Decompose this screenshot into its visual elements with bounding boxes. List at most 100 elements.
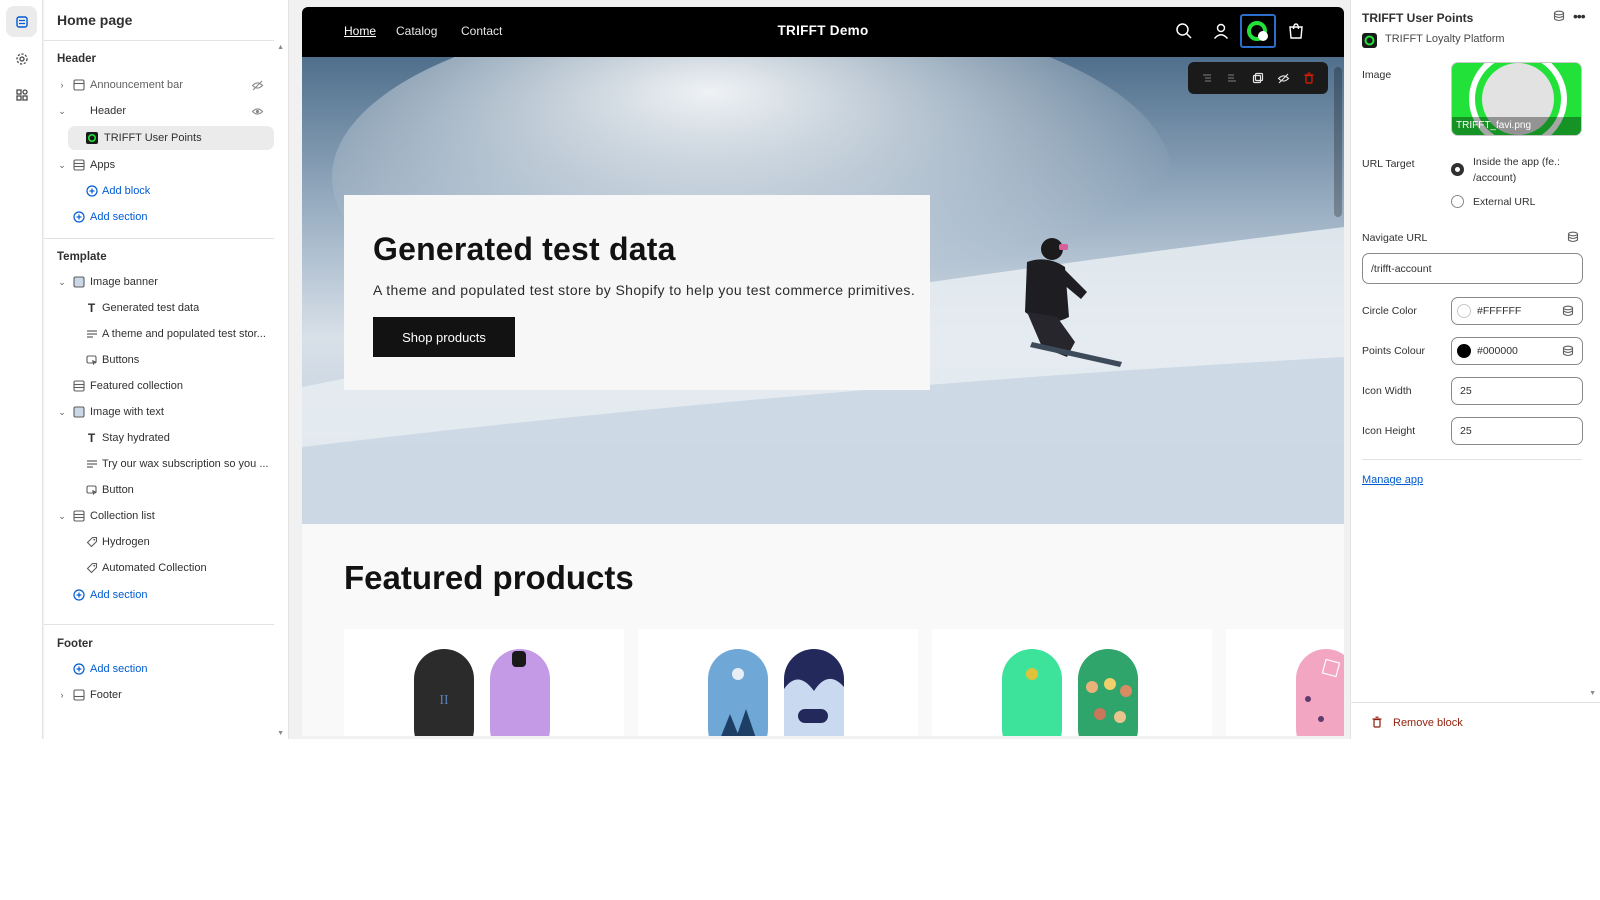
- navigate-url-input[interactable]: /trifft-account: [1362, 253, 1583, 284]
- snowboard-image: II: [414, 649, 550, 736]
- tree-item-footer[interactable]: › Footer: [44, 683, 274, 707]
- image-label: Image: [1362, 69, 1392, 81]
- text-lines-icon: [85, 458, 98, 471]
- sections-panel: Home page ▲ Header › Announcement bar ⌄ …: [44, 0, 289, 739]
- tree-item-collection[interactable]: Hydrogen: [44, 530, 274, 554]
- add-section-button[interactable]: Add section: [44, 583, 274, 607]
- preview-scrollbar[interactable]: [1334, 67, 1342, 217]
- points-colour-label: Points Colour: [1362, 345, 1426, 357]
- move-down-icon[interactable]: [1223, 69, 1241, 87]
- snowboard-image: [1002, 649, 1138, 736]
- scroll-up-arrow[interactable]: ▲: [277, 44, 284, 51]
- section-group-footer: Footer: [57, 638, 93, 650]
- url-target-label: URL Target: [1362, 158, 1415, 170]
- delete-trash-icon[interactable]: [1300, 69, 1318, 87]
- scroll-down-arrow[interactable]: ▼: [277, 730, 284, 737]
- color-swatch[interactable]: [1457, 344, 1471, 358]
- sections-icon[interactable]: [6, 6, 37, 37]
- tree-item-image-with-text[interactable]: ⌄ Image with text: [44, 400, 274, 424]
- tag-icon: [85, 536, 98, 549]
- apps-icon[interactable]: [6, 79, 37, 110]
- tree-item-trifft-user-points[interactable]: TRIFFT User Points: [68, 126, 274, 150]
- shop-products-button[interactable]: Shop products: [373, 317, 515, 357]
- button-cursor-icon: [85, 354, 98, 367]
- svg-text:II: II: [439, 693, 449, 708]
- add-section-button[interactable]: Add section: [44, 205, 274, 229]
- app-name: TRIFFT Loyalty Platform: [1385, 33, 1505, 45]
- chevron-right-icon[interactable]: ›: [57, 690, 67, 700]
- block-toolbar: [1188, 62, 1328, 94]
- search-icon[interactable]: [1174, 21, 1194, 41]
- settings-gear-icon[interactable]: [6, 43, 37, 74]
- hero-heading: Generated test data: [373, 231, 676, 267]
- divider: [44, 238, 274, 239]
- icon-height-input[interactable]: 25: [1451, 417, 1583, 445]
- points-colour-picker[interactable]: #000000: [1451, 337, 1583, 365]
- trifft-app-icon: [85, 132, 98, 145]
- trifft-app-icon: [1362, 33, 1377, 51]
- theme-editor: Home page ▲ Header › Announcement bar ⌄ …: [0, 0, 1600, 739]
- color-swatch[interactable]: [1457, 304, 1471, 318]
- snowboard-image: [1296, 649, 1344, 736]
- duplicate-icon[interactable]: [1249, 69, 1267, 87]
- eye-hidden-icon[interactable]: [250, 78, 264, 92]
- dynamic-source-icon[interactable]: [1562, 345, 1574, 360]
- divider: [44, 40, 274, 41]
- chevron-down-icon[interactable]: ⌄: [57, 160, 67, 170]
- add-block-button[interactable]: Add block: [44, 179, 274, 203]
- product-card[interactable]: [932, 629, 1212, 736]
- product-card[interactable]: II: [344, 629, 624, 736]
- product-card[interactable]: [1226, 629, 1344, 736]
- tree-item-heading[interactable]: T Generated test data: [44, 296, 274, 320]
- move-up-icon[interactable]: [1198, 69, 1216, 87]
- manage-app-link[interactable]: Manage app: [1362, 474, 1423, 486]
- block-settings-panel: TRIFFT User Points ••• TRIFFT Loyalty Pl…: [1350, 0, 1600, 739]
- radio-external-url[interactable]: [1451, 195, 1464, 208]
- chevron-down-icon[interactable]: ⌄: [57, 511, 67, 521]
- icon-rail: [0, 0, 43, 739]
- page-title: Home page: [57, 12, 133, 28]
- chevron-right-icon[interactable]: ›: [57, 80, 67, 90]
- radio-inside-app[interactable]: [1451, 163, 1464, 176]
- trifft-points-icon[interactable]: [1240, 14, 1276, 48]
- product-card[interactable]: [638, 629, 918, 736]
- tree-item-text[interactable]: A theme and populated test stor...: [44, 322, 274, 346]
- divider: [44, 624, 274, 625]
- icon-width-input[interactable]: 25: [1451, 377, 1583, 405]
- tree-item-buttons[interactable]: Buttons: [44, 348, 274, 372]
- tree-item-collection-list[interactable]: ⌄ Collection list: [44, 504, 274, 528]
- store-header: Home Catalog Contact TRIFFT Demo: [302, 7, 1344, 57]
- block-title: TRIFFT User Points: [1362, 11, 1474, 25]
- section-icon: [72, 159, 85, 172]
- tree-item-announcement-bar[interactable]: › Announcement bar: [44, 73, 274, 97]
- remove-block-button[interactable]: Remove block: [1351, 702, 1600, 739]
- tree-item-button[interactable]: Button: [44, 478, 274, 502]
- text-heading-icon: T: [87, 301, 96, 315]
- account-icon[interactable]: [1211, 21, 1231, 41]
- scroll-down-arrow[interactable]: ▼: [1589, 690, 1596, 697]
- tree-item-collection[interactable]: Automated Collection: [44, 556, 274, 580]
- image-section-icon: [72, 406, 85, 419]
- chevron-down-icon[interactable]: ⌄: [57, 277, 67, 287]
- tree-item-featured-collection[interactable]: Featured collection: [44, 374, 274, 398]
- add-section-button[interactable]: Add section: [44, 657, 274, 681]
- hide-eye-icon[interactable]: [1275, 69, 1293, 87]
- tree-item-heading[interactable]: T Stay hydrated: [44, 426, 274, 450]
- dynamic-source-icon[interactable]: [1562, 305, 1574, 320]
- database-icon[interactable]: [1553, 10, 1565, 25]
- chevron-down-icon[interactable]: ⌄: [57, 106, 67, 116]
- chevron-down-icon[interactable]: ⌄: [57, 407, 67, 417]
- points-colour-value: #000000: [1477, 345, 1518, 357]
- tree-item-text[interactable]: Try our wax subscription so you ...: [44, 452, 274, 476]
- tree-item-image-banner[interactable]: ⌄ Image banner: [44, 270, 274, 294]
- more-menu-icon[interactable]: •••: [1573, 8, 1586, 24]
- hero-subtitle: A theme and populated test store by Shop…: [373, 282, 916, 298]
- tree-item-apps[interactable]: ⌄ Apps: [44, 153, 274, 177]
- cart-icon[interactable]: [1286, 21, 1306, 41]
- dynamic-source-icon[interactable]: [1567, 231, 1579, 246]
- image-picker[interactable]: TRIFFT_favi.png: [1451, 62, 1582, 136]
- eye-icon[interactable]: [250, 104, 264, 118]
- circle-color-picker[interactable]: #FFFFFF: [1451, 297, 1583, 325]
- button-cursor-icon: [85, 484, 98, 497]
- tree-item-header[interactable]: ⌄ Header: [44, 99, 274, 123]
